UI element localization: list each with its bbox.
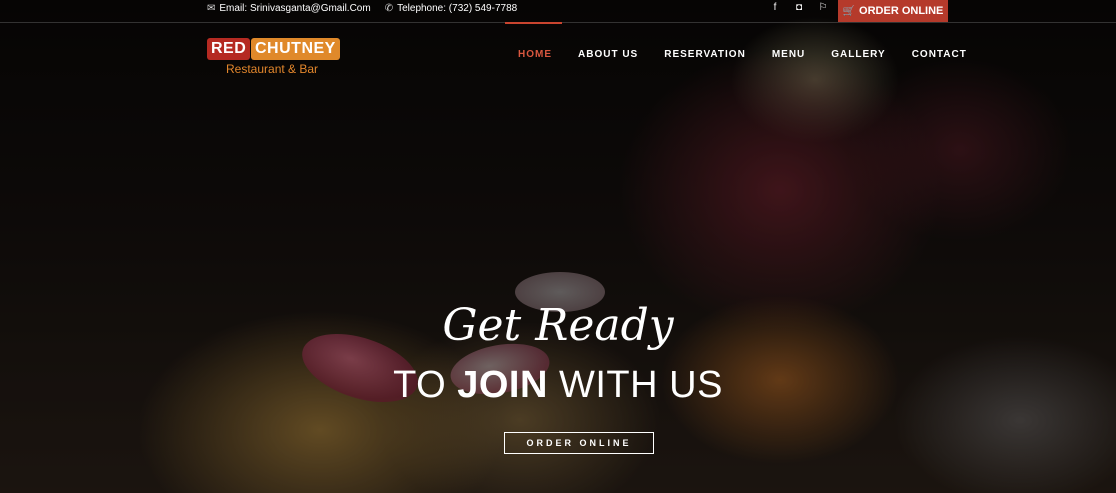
social-links: f ◘ ⚐ bbox=[770, 2, 828, 13]
main-nav: HOME ABOUT US RESERVATION MENU GALLERY C… bbox=[505, 49, 980, 60]
phone-info[interactable]: ✆ Telephone: (732) 549-7788 bbox=[385, 3, 517, 14]
nav-item-about-us[interactable]: ABOUT US bbox=[565, 49, 651, 60]
nav-item-menu[interactable]: MENU bbox=[759, 49, 818, 60]
phone-icon: ✆ bbox=[384, 3, 394, 14]
hero-headline-pre: TO bbox=[393, 364, 447, 406]
logo-word-red: RED bbox=[207, 38, 251, 60]
instagram-icon[interactable]: ◘ bbox=[794, 2, 804, 13]
email-text: Email: Srinivasganta@Gmail.Com bbox=[219, 3, 371, 14]
logo[interactable]: RED CHUTNEY Restaurant & Bar bbox=[207, 38, 340, 78]
top-bar: ✉ Email: Srinivasganta@Gmail.Com ✆ Telepho… bbox=[0, 0, 1116, 23]
logo-tagline: Restaurant & Bar bbox=[226, 62, 319, 76]
order-online-top-label: ORDER ONLINE bbox=[859, 5, 944, 17]
facebook-icon[interactable]: f bbox=[770, 2, 780, 13]
cart-icon: 🛒 bbox=[842, 5, 856, 17]
hero-headline: TO JOIN WITH US bbox=[0, 364, 1116, 407]
contact-info: ✉ Email: Srinivasganta@Gmail.Com ✆ Telepho… bbox=[207, 3, 517, 14]
nav-item-home[interactable]: HOME bbox=[505, 49, 565, 60]
order-online-button[interactable]: ORDER ONLINE bbox=[504, 432, 654, 454]
envelope-icon: ✉ bbox=[207, 3, 216, 14]
nav-active-indicator bbox=[505, 22, 562, 24]
logo-word-chutney: CHUTNEY bbox=[251, 38, 340, 60]
nav-item-reservation[interactable]: RESERVATION bbox=[651, 49, 759, 60]
email-info[interactable]: ✉ Email: Srinivasganta@Gmail.Com bbox=[207, 3, 371, 14]
foursquare-icon[interactable]: ⚐ bbox=[818, 2, 828, 13]
order-online-top-button[interactable]: 🛒 ORDER ONLINE bbox=[838, 0, 948, 22]
phone-text: Telephone: (732) 549-7788 bbox=[397, 3, 518, 14]
nav-item-contact[interactable]: CONTACT bbox=[899, 49, 980, 60]
hero-headline-bold: JOIN bbox=[457, 364, 548, 406]
hero-script-headline: Get Ready bbox=[442, 300, 674, 351]
nav-item-gallery[interactable]: GALLERY bbox=[818, 49, 898, 60]
hero-overlay bbox=[0, 0, 1116, 493]
hero-background-image bbox=[0, 0, 1116, 493]
hero-headline-post: WITH US bbox=[558, 364, 723, 406]
